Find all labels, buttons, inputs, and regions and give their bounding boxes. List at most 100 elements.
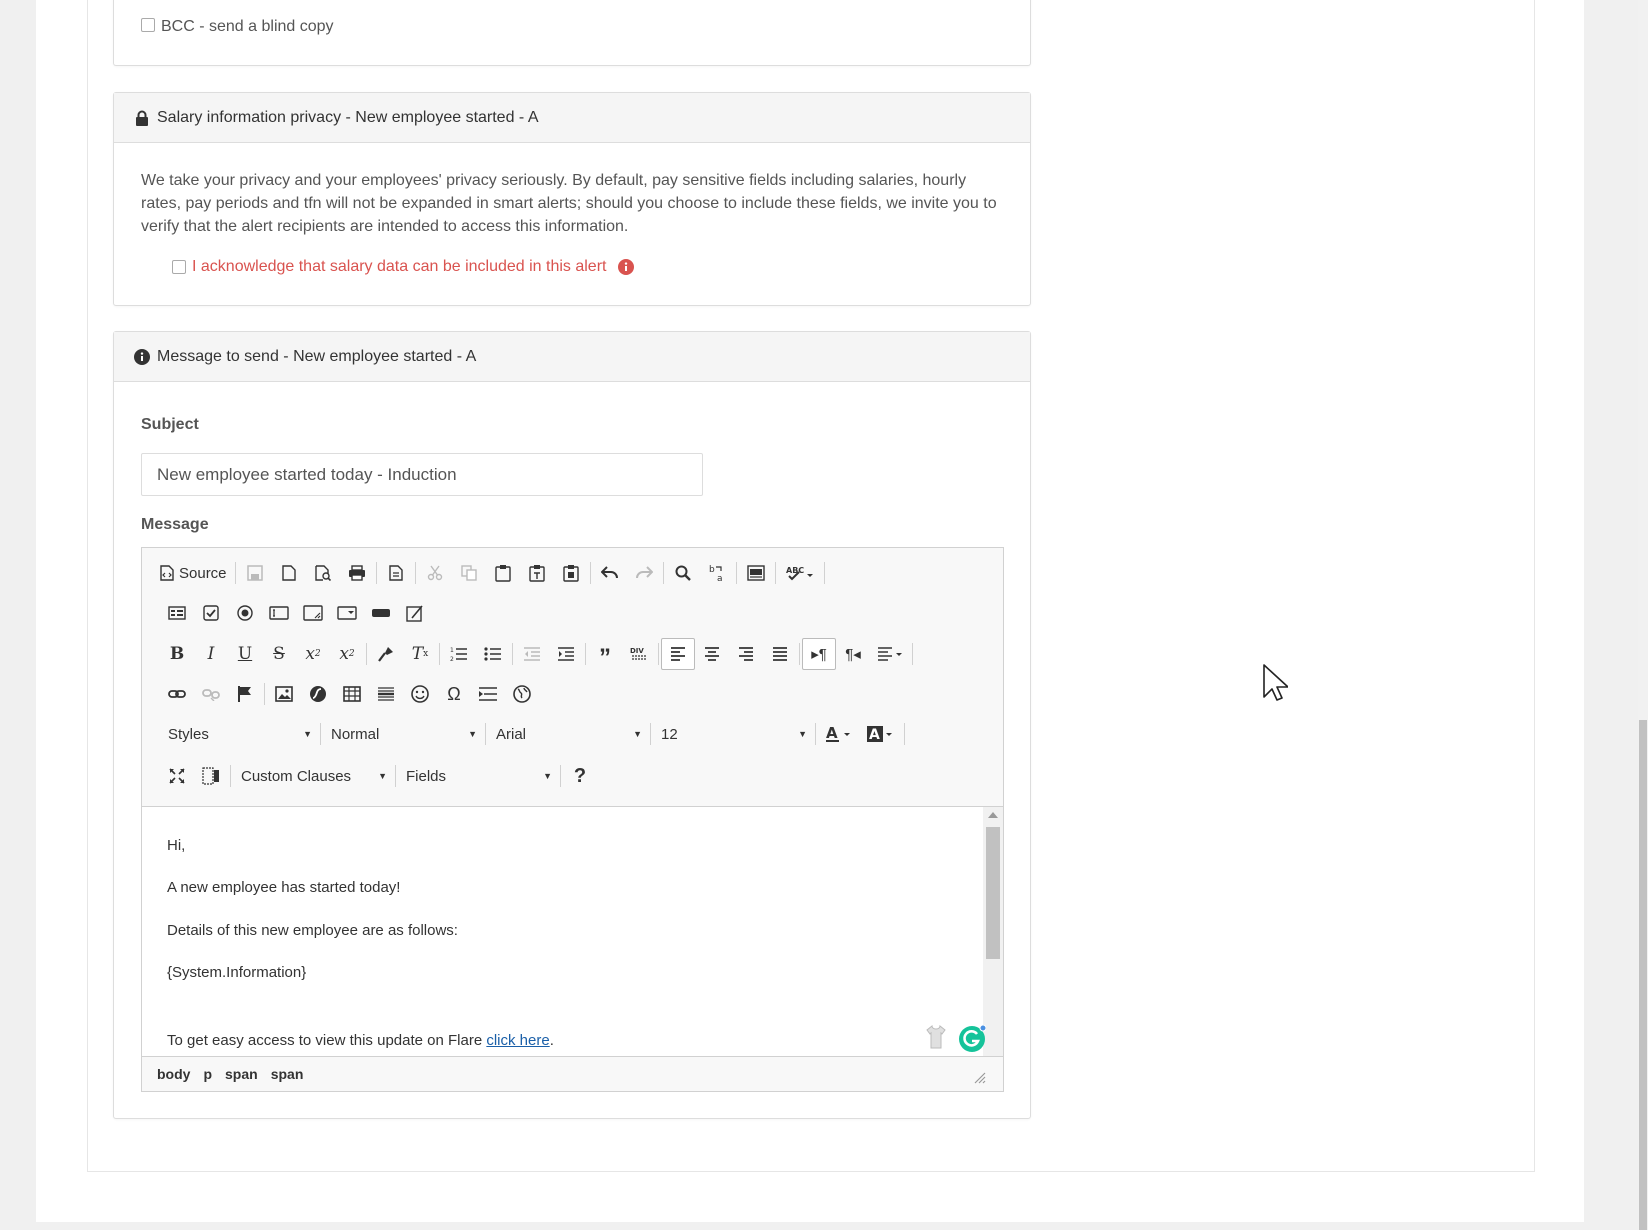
table-icon[interactable] (335, 678, 369, 710)
blockquote-icon[interactable]: ” (588, 638, 622, 671)
print-icon[interactable] (340, 557, 374, 589)
message-panel-header: Message to send - New employee started -… (114, 332, 1030, 382)
page-scrollbar-thumb[interactable] (1639, 720, 1647, 1230)
align-center-icon[interactable] (695, 638, 729, 670)
templates-icon[interactable] (379, 557, 413, 589)
font-size-dropdown[interactable]: 12 ▼ (653, 720, 813, 748)
select-all-icon[interactable] (739, 557, 773, 589)
maximize-icon[interactable] (160, 760, 194, 792)
font-dropdown[interactable]: Arial ▼ (488, 720, 648, 748)
text-direction-rtl-icon[interactable]: ¶◂ (836, 638, 870, 670)
page-break-icon[interactable] (471, 678, 505, 710)
text-color-icon[interactable]: A (818, 718, 860, 750)
strikethrough-icon[interactable]: S (262, 638, 296, 670)
help-button[interactable]: ? (563, 760, 597, 792)
info-icon[interactable] (618, 259, 635, 275)
subscript-icon[interactable]: x2 (296, 638, 330, 670)
path-span[interactable]: span (225, 1066, 258, 1082)
path-p[interactable]: p (203, 1066, 212, 1082)
chevron-down-icon: ▼ (303, 729, 312, 739)
toolbar-separator (485, 723, 486, 745)
custom-clauses-dropdown[interactable]: Custom Clauses ▼ (233, 762, 393, 790)
copy-format-icon[interactable] (369, 638, 403, 670)
align-right-icon[interactable] (729, 638, 763, 670)
new-page-icon[interactable] (272, 557, 306, 589)
horizontal-rule-icon[interactable] (369, 678, 403, 710)
page-scrollbar[interactable] (1638, 0, 1648, 1230)
text-field-icon[interactable] (262, 597, 296, 629)
find-icon[interactable] (666, 557, 700, 589)
redo-icon[interactable] (627, 557, 661, 589)
flash-icon[interactable] (301, 678, 335, 710)
link-icon[interactable] (160, 678, 194, 710)
content-flare-line: To get easy access to view this update o… (167, 1032, 554, 1049)
image-button-icon[interactable] (398, 597, 432, 629)
paste-text-icon[interactable] (520, 557, 554, 589)
textarea-field-icon[interactable] (296, 597, 330, 629)
fields-dropdown[interactable]: Fields ▼ (398, 762, 558, 790)
editor-scrollbar[interactable] (983, 807, 1003, 1057)
create-div-icon[interactable]: DIV (622, 638, 656, 670)
message-label: Message (141, 516, 209, 533)
cut-icon[interactable] (418, 557, 452, 589)
copy-icon[interactable] (452, 557, 486, 589)
bcc-checkbox[interactable] (141, 18, 155, 32)
bold-icon[interactable]: B (160, 638, 194, 670)
undo-icon[interactable] (593, 557, 627, 589)
radio-field-icon[interactable] (228, 597, 262, 629)
resize-handle-icon[interactable] (974, 1071, 986, 1087)
anchor-flag-icon[interactable] (228, 678, 262, 710)
replace-icon[interactable]: ba (700, 557, 734, 589)
superscript-icon[interactable]: x2 (330, 638, 364, 670)
form-icon[interactable] (160, 597, 194, 629)
preview-icon[interactable] (306, 557, 340, 589)
show-blocks-icon[interactable] (194, 760, 228, 792)
toolbar-row-6: Custom Clauses ▼ Fields ▼ ? (142, 756, 597, 796)
select-field-icon[interactable] (330, 597, 364, 629)
paste-icon[interactable] (486, 557, 520, 589)
acknowledge-salary-label[interactable]: I acknowledge that salary data can be in… (192, 258, 606, 276)
background-color-icon[interactable]: A (860, 718, 902, 750)
smiley-icon[interactable] (403, 678, 437, 710)
underline-icon[interactable]: U (228, 638, 262, 670)
format-dropdown[interactable]: Normal ▼ (323, 720, 483, 748)
numbered-list-icon[interactable]: 12 (442, 638, 476, 670)
editor-scrollbar-thumb[interactable] (986, 827, 1000, 959)
source-button[interactable]: Source (160, 557, 233, 589)
italic-icon[interactable]: I (194, 638, 228, 670)
path-span-inner[interactable]: span (271, 1066, 304, 1082)
bullet-list-icon[interactable] (476, 638, 510, 670)
path-body[interactable]: body (157, 1066, 190, 1082)
save-icon[interactable] (238, 557, 272, 589)
language-icon[interactable] (870, 638, 910, 670)
acknowledge-salary-checkbox[interactable] (172, 260, 186, 274)
grammarly-icon[interactable] (958, 1024, 987, 1058)
svg-text:A: A (826, 725, 838, 742)
subject-label: Subject (141, 416, 199, 433)
outdent-icon[interactable] (515, 638, 549, 670)
toolbar-separator (395, 765, 396, 787)
image-icon[interactable] (267, 678, 301, 710)
scroll-up-arrow-icon[interactable] (988, 812, 998, 818)
iframe-globe-icon[interactable] (505, 678, 539, 710)
align-left-icon[interactable] (661, 638, 695, 670)
click-here-link[interactable]: click here (486, 1032, 549, 1049)
editor-content-area[interactable]: Hi, A new employee has started today! De… (142, 806, 1003, 1058)
spellcheck-icon[interactable]: ABC (778, 557, 822, 589)
shirt-extension-icon[interactable] (926, 1024, 946, 1054)
justify-icon[interactable] (763, 638, 797, 670)
mouse-cursor-icon (1262, 663, 1289, 708)
salary-privacy-text: We take your privacy and your employees'… (141, 172, 997, 235)
text-direction-ltr-icon[interactable]: ▸¶ (802, 638, 836, 670)
paste-word-icon[interactable] (554, 557, 588, 589)
button-field-icon[interactable] (364, 597, 398, 629)
unlink-icon[interactable] (194, 678, 228, 710)
special-char-icon[interactable]: Ω (437, 678, 471, 710)
salary-privacy-header: Salary information privacy - New employe… (114, 93, 1030, 143)
subject-input[interactable]: New employee started today - Induction (141, 453, 703, 496)
checkbox-field-icon[interactable] (194, 597, 228, 629)
content-flare-text: To get easy access to view this update o… (167, 1032, 487, 1049)
indent-icon[interactable] (549, 638, 583, 670)
styles-dropdown[interactable]: Styles ▼ (160, 720, 318, 748)
remove-format-icon[interactable]: Tx (403, 638, 437, 670)
